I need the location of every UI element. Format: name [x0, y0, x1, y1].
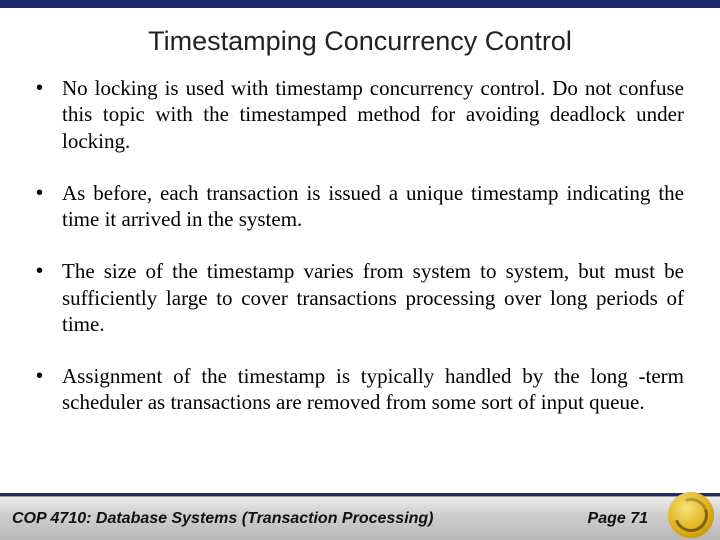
bullet-text: Assignment of the timestamp is typically…: [62, 363, 684, 416]
footer-bar: COP 4710: Database Systems (Transaction …: [0, 496, 720, 540]
bullet-icon: •: [36, 75, 62, 101]
slide: Timestamping Concurrency Control • No lo…: [0, 0, 720, 540]
logo-circle: [668, 492, 714, 538]
ucf-logo-icon: [668, 492, 714, 538]
footer-wrap: COP 4710: Database Systems (Transaction …: [0, 493, 720, 540]
logo-swirl: [668, 492, 713, 537]
list-item: • No locking is used with timestamp conc…: [36, 75, 684, 154]
slide-title: Timestamping Concurrency Control: [0, 26, 720, 57]
bullet-text: The size of the timestamp varies from sy…: [62, 258, 684, 337]
bullet-icon: •: [36, 363, 62, 389]
top-accent-bar: [0, 0, 720, 8]
list-item: • As before, each transaction is issued …: [36, 180, 684, 233]
bullet-icon: •: [36, 180, 62, 206]
bullet-icon: •: [36, 258, 62, 284]
list-item: • Assignment of the timestamp is typical…: [36, 363, 684, 416]
bullet-text: As before, each transaction is issued a …: [62, 180, 684, 233]
bullet-text: No locking is used with timestamp concur…: [62, 75, 684, 154]
list-item: • The size of the timestamp varies from …: [36, 258, 684, 337]
footer-course-text: COP 4710: Database Systems (Transaction …: [12, 510, 434, 527]
slide-body: • No locking is used with timestamp conc…: [0, 75, 720, 540]
footer-page: Page 71: [588, 510, 648, 528]
footer-course: COP 4710: Database Systems (Transaction …: [12, 510, 588, 528]
